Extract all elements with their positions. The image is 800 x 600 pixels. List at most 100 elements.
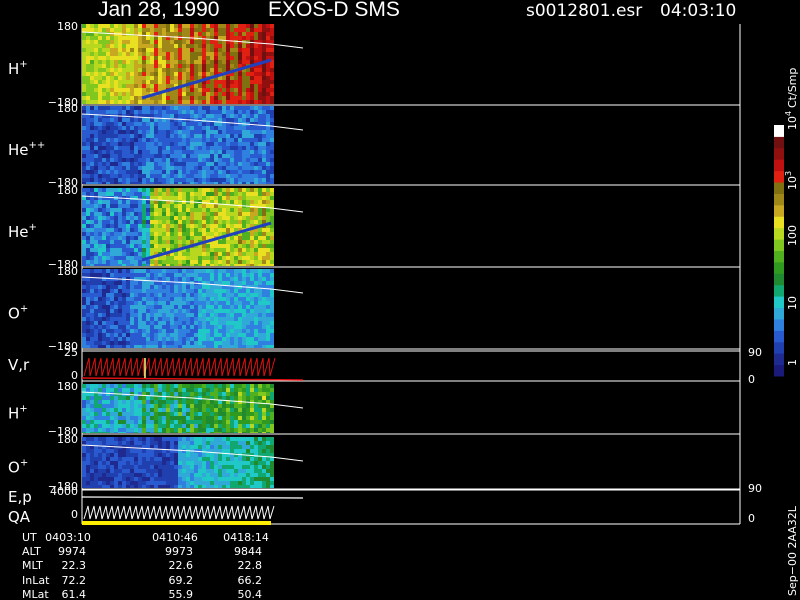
- spectrogram-cell: [146, 72, 150, 76]
- spectrogram-cell: [270, 100, 274, 104]
- spectrogram-cell: [154, 126, 158, 130]
- spectrogram-cell: [214, 138, 218, 142]
- spectrogram-cell: [206, 269, 210, 273]
- spectrogram-cell: [262, 196, 266, 200]
- panel-ymax-1: 180: [57, 20, 78, 33]
- spectrogram-cell: [142, 228, 146, 232]
- spectrogram-cell: [234, 224, 238, 228]
- spectrogram-cell: [198, 232, 202, 236]
- spectrogram-cell: [182, 68, 186, 72]
- spectrogram-cell: [202, 289, 206, 293]
- spectrogram-cell: [218, 469, 222, 473]
- spectrogram-cell: [162, 285, 166, 289]
- spectrogram-cell: [158, 416, 162, 420]
- spectrogram-cell: [138, 228, 142, 232]
- spectrogram-cell: [102, 44, 106, 48]
- spectrogram-cell: [94, 256, 98, 260]
- spectrogram-cell: [206, 48, 210, 52]
- spectrogram-cell: [234, 56, 238, 60]
- spectrogram-cell: [210, 52, 214, 56]
- spectrogram-cell: [270, 146, 274, 150]
- spectrogram-cell: [246, 345, 250, 348]
- spectrogram-cell: [234, 32, 238, 36]
- spectrogram-cell: [270, 178, 274, 182]
- spectrogram-cell: [126, 408, 130, 412]
- spectrogram-cell: [154, 317, 158, 321]
- spectrogram-cell: [82, 416, 86, 420]
- spectrogram-cell: [178, 60, 182, 64]
- spectrogram-cell: [242, 301, 246, 305]
- spectrogram-cell: [250, 269, 254, 273]
- spectrogram-cell: [94, 200, 98, 204]
- spectrogram-cell: [206, 188, 210, 192]
- spectrogram-cell: [174, 457, 178, 461]
- spectrogram-cell: [142, 24, 146, 28]
- spectrogram-cell: [86, 301, 90, 305]
- spectrogram-cell: [166, 469, 170, 473]
- spectrogram-cell: [86, 72, 90, 76]
- spectrogram-cell: [110, 52, 114, 56]
- spectrogram-cell: [162, 325, 166, 329]
- spectrogram-cell: [218, 313, 222, 317]
- spectrogram-cell: [186, 321, 190, 325]
- spectrogram-cell: [238, 341, 242, 345]
- spectrogram-cell: [162, 150, 166, 154]
- spectrogram-cell: [226, 44, 230, 48]
- spectrogram-cell: [186, 469, 190, 473]
- spectrogram-cell: [98, 192, 102, 196]
- spectrogram-cell: [138, 122, 142, 126]
- spectrogram-cell: [82, 200, 86, 204]
- spectrogram-cell: [186, 232, 190, 236]
- spectrogram-cell: [142, 122, 146, 126]
- spectrogram-cell: [110, 106, 114, 110]
- spectrogram-cell: [98, 204, 102, 208]
- spectrogram-cell: [102, 248, 106, 252]
- spectrogram-cell: [238, 289, 242, 293]
- spectrogram-cell: [122, 80, 126, 84]
- spectrogram-cell: [270, 228, 274, 232]
- spectrogram-cell: [138, 48, 142, 52]
- spectrogram-cell: [134, 224, 138, 228]
- spectrogram-cell: [202, 277, 206, 281]
- spectrogram-cell: [194, 301, 198, 305]
- spectrogram-cell: [142, 232, 146, 236]
- spectrogram-cell: [86, 341, 90, 345]
- spectrogram-cell: [130, 420, 134, 424]
- spectrogram-cell: [110, 150, 114, 154]
- spectrogram-cell: [162, 142, 166, 146]
- spectrogram-cell: [126, 84, 130, 88]
- spectrogram-cell: [214, 162, 218, 166]
- spectrogram-cell: [198, 106, 202, 110]
- spectrogram-cell: [166, 32, 170, 36]
- spectrogram-cell: [162, 301, 166, 305]
- spectrogram-cell: [98, 72, 102, 76]
- spectrogram-cell: [206, 260, 210, 264]
- spectrogram-cell: [186, 32, 190, 36]
- spectrogram-cell: [230, 192, 234, 196]
- spectrogram-cell: [258, 404, 262, 408]
- spectrogram-cell: [118, 134, 122, 138]
- spectrogram-cell: [122, 178, 126, 182]
- spectrogram-cell: [130, 461, 134, 465]
- spectrogram-cell: [206, 400, 210, 404]
- spectrogram-cell: [102, 96, 106, 100]
- spectrogram-cell: [134, 329, 138, 333]
- spectrogram-cell: [142, 412, 146, 416]
- spectrogram-cell: [82, 301, 86, 305]
- spectrogram-cell: [98, 52, 102, 56]
- spectrogram-cell: [90, 408, 94, 412]
- spectrogram-cell: [94, 341, 98, 345]
- spectrogram-cell: [98, 412, 102, 416]
- plot-date: Jan 28, 1990: [98, 0, 219, 21]
- spectrogram-cell: [94, 44, 98, 48]
- spectrogram-cell: [94, 457, 98, 461]
- spectrogram-cell: [98, 256, 102, 260]
- spectrogram-cell: [114, 150, 118, 154]
- spectrogram-cell: [242, 264, 246, 266]
- spectrogram-cell: [170, 392, 174, 396]
- spectrogram-cell: [206, 60, 210, 64]
- spectrogram-cell: [242, 293, 246, 297]
- spectrogram-cell: [158, 178, 162, 182]
- spectrogram-cell: [110, 154, 114, 158]
- spectrogram-cell: [190, 428, 194, 432]
